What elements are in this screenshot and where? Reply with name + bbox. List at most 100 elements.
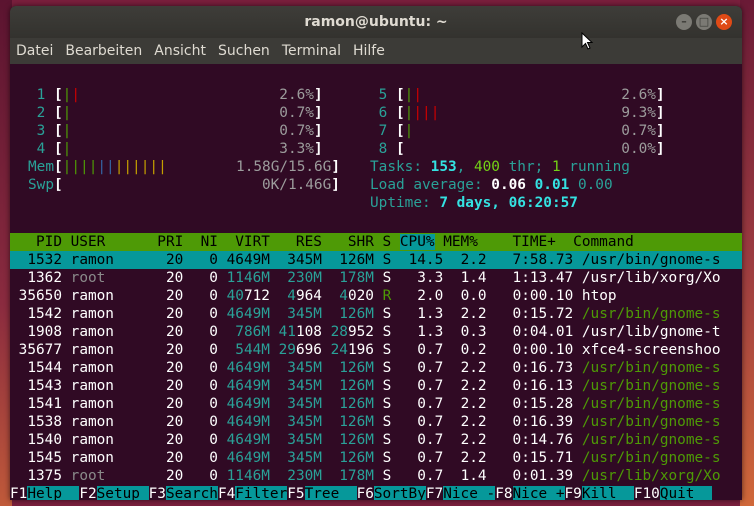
process-row[interactable]: 1540 ramon 20 0 4649M 345M 126M S 0.7 2.… (10, 431, 742, 449)
fkey-label-f3[interactable]: Search (165, 486, 218, 500)
fkey-f10[interactable]: F10 (634, 486, 660, 500)
stats: 0.7 2.2 0:16.73 (391, 360, 582, 376)
shr-lo: 020 (347, 288, 374, 304)
meter-space (405, 141, 622, 157)
process-row[interactable]: 35650 ramon 20 0 40712 4964 4020 R 2.0 0… (10, 287, 742, 305)
close-icon[interactable]: × (716, 14, 732, 30)
meter-bracket: [ (54, 105, 63, 121)
fkey-label-f7[interactable]: Nice - (443, 486, 496, 500)
tasks-label: Tasks: (370, 159, 431, 175)
process-row[interactable]: 1542 ramon 20 0 4649M 345M 126M S 1.3 2.… (10, 305, 742, 323)
command: /usr/lib/gnome-t (581, 324, 721, 340)
menu-terminal[interactable]: Terminal (276, 43, 347, 59)
process-row[interactable]: 1908 ramon 20 0 786M 41108 28952 S 1.3 0… (10, 323, 742, 341)
fkey-f5[interactable]: F5 (287, 486, 304, 500)
menu-hilfe[interactable]: Hilfe (347, 43, 391, 59)
pid: 1544 (10, 360, 71, 376)
tasks-count: 153 (430, 159, 457, 175)
pid: 1538 (10, 414, 71, 430)
menu-ansicht[interactable]: Ansicht (148, 43, 212, 59)
process-table-header[interactable]: PID USER PRI NI VIRT RES SHR S CPU% MEM%… (10, 233, 742, 251)
mem-bar-segment: | (158, 159, 167, 175)
command: /usr/bin/gnome-s (581, 306, 721, 322)
res: 345M (269, 378, 322, 394)
fkey-label-f9[interactable]: Kill (581, 486, 634, 500)
stats: 0.7 2.2 0:15.71 (391, 450, 582, 466)
state: S (382, 306, 392, 322)
cpu-percent: 2.6% (279, 87, 314, 103)
maximize-icon[interactable]: □ (696, 14, 712, 30)
shr-hi: 4 (321, 288, 348, 304)
sp (374, 288, 383, 304)
cpu-meter-7: 7 [| 0.7%] (370, 122, 665, 140)
fkey-f7[interactable]: F7 (426, 486, 443, 500)
menu-datei[interactable]: Datei (10, 43, 59, 59)
window-titlebar[interactable]: ramon@ubuntu: ~ – □ × (10, 6, 742, 38)
process-row[interactable]: 1543 ramon 20 0 4649M 345M 126M S 0.7 2.… (10, 377, 742, 395)
meter-space (80, 87, 279, 103)
meter-bracket: [ (54, 141, 63, 157)
sp (374, 306, 383, 322)
header-cpu-sorted[interactable]: CPU% (399, 234, 435, 250)
fkey-label-f4[interactable]: Filter (235, 486, 288, 500)
cpu-meter-2: 2 [| 0.7%] (28, 104, 323, 122)
fkey-f2[interactable]: F2 (79, 486, 96, 500)
fkey-f1[interactable]: F1 (10, 486, 27, 500)
cpu-bar-segment: | (71, 87, 81, 103)
mem-bar-segment: | (123, 159, 133, 175)
fkey-f6[interactable]: F6 (357, 486, 374, 500)
sp (569, 177, 578, 193)
process-row[interactable]: 1375 root 20 0 1146M 230M 178M S 0.7 1.4… (10, 467, 742, 485)
process-row[interactable]: 35677 ramon 20 0 544M 29696 24196 S 0.7 … (10, 341, 742, 359)
cpu-percent: 0.0% (621, 141, 656, 157)
sp (374, 252, 383, 268)
header-columns: PID USER PRI NI VIRT RES SHR S (10, 234, 400, 250)
tasks-summary: Tasks: 153, 400 thr; 1 running (370, 158, 630, 176)
fkey-label-f10[interactable]: Quit (659, 486, 712, 500)
fkey-f8[interactable]: F8 (495, 486, 512, 500)
pri-ni: 20 0 (148, 432, 227, 448)
htop-terminal[interactable]: 1 [|| 2.6%] 2 [| 0.7%] 3 [| 0.7%] 4 [| 3… (10, 64, 742, 500)
shr-hi: 24 (321, 342, 348, 358)
stats: 0.7 2.2 0:15.28 (391, 396, 582, 412)
cpu-label: 3 (28, 123, 54, 139)
meter-bracket: [ (54, 87, 63, 103)
process-row[interactable]: 1545 ramon 20 0 4649M 345M 126M S 0.7 2.… (10, 449, 742, 467)
command: /usr/lib/xorg/Xo (581, 270, 721, 286)
pid: 1540 (10, 432, 71, 448)
fkey-label-f6[interactable]: SortBy (373, 486, 426, 500)
desktop-background-right (740, 0, 754, 506)
res: 230M (269, 468, 322, 484)
pri-ni: 20 0 (148, 396, 227, 412)
res-hi: 41 (269, 324, 296, 340)
fkey-f4[interactable]: F4 (218, 486, 235, 500)
process-row[interactable]: 1532 ramon 20 0 4649M 345M 126M S 14.5 2… (10, 251, 742, 269)
fkey-f3[interactable]: F3 (149, 486, 166, 500)
user: ramon (70, 252, 149, 268)
stats: 0.7 0.2 0:00.10 (391, 342, 582, 358)
fkey-label-f2[interactable]: Setup (96, 486, 149, 500)
process-row[interactable]: 1362 root 20 0 1146M 230M 178M S 3.3 1.4… (10, 269, 742, 287)
menu-bearbeiten[interactable]: Bearbeiten (59, 43, 148, 59)
minimize-icon[interactable]: – (676, 14, 692, 30)
meter-space (167, 159, 236, 175)
fkey-label-f1[interactable]: Help (27, 486, 80, 500)
state: S (382, 324, 392, 340)
fkey-label-f8[interactable]: Nice + (512, 486, 565, 500)
load-5: 0.01 (534, 177, 570, 193)
user: ramon (70, 378, 149, 394)
meter-space (71, 105, 279, 121)
command: /usr/bin/gnome-s (581, 396, 721, 412)
menu-suchen[interactable]: Suchen (212, 43, 276, 59)
cpu-meter-4: 4 [| 3.3%] (28, 140, 323, 158)
process-row[interactable]: 1541 ramon 20 0 4649M 345M 126M S 0.7 2.… (10, 395, 742, 413)
fkey-label-f5[interactable]: Tree (304, 486, 357, 500)
virt: 4649M (226, 378, 270, 394)
fkey-f9[interactable]: F9 (565, 486, 582, 500)
pid: 1375 (10, 468, 71, 484)
process-row[interactable]: 1538 ramon 20 0 4649M 345M 126M S 0.7 2.… (10, 413, 742, 431)
mouse-pointer-icon (581, 32, 594, 50)
sp (374, 324, 383, 340)
state: S (382, 432, 392, 448)
process-row[interactable]: 1544 ramon 20 0 4649M 345M 126M S 0.7 2.… (10, 359, 742, 377)
